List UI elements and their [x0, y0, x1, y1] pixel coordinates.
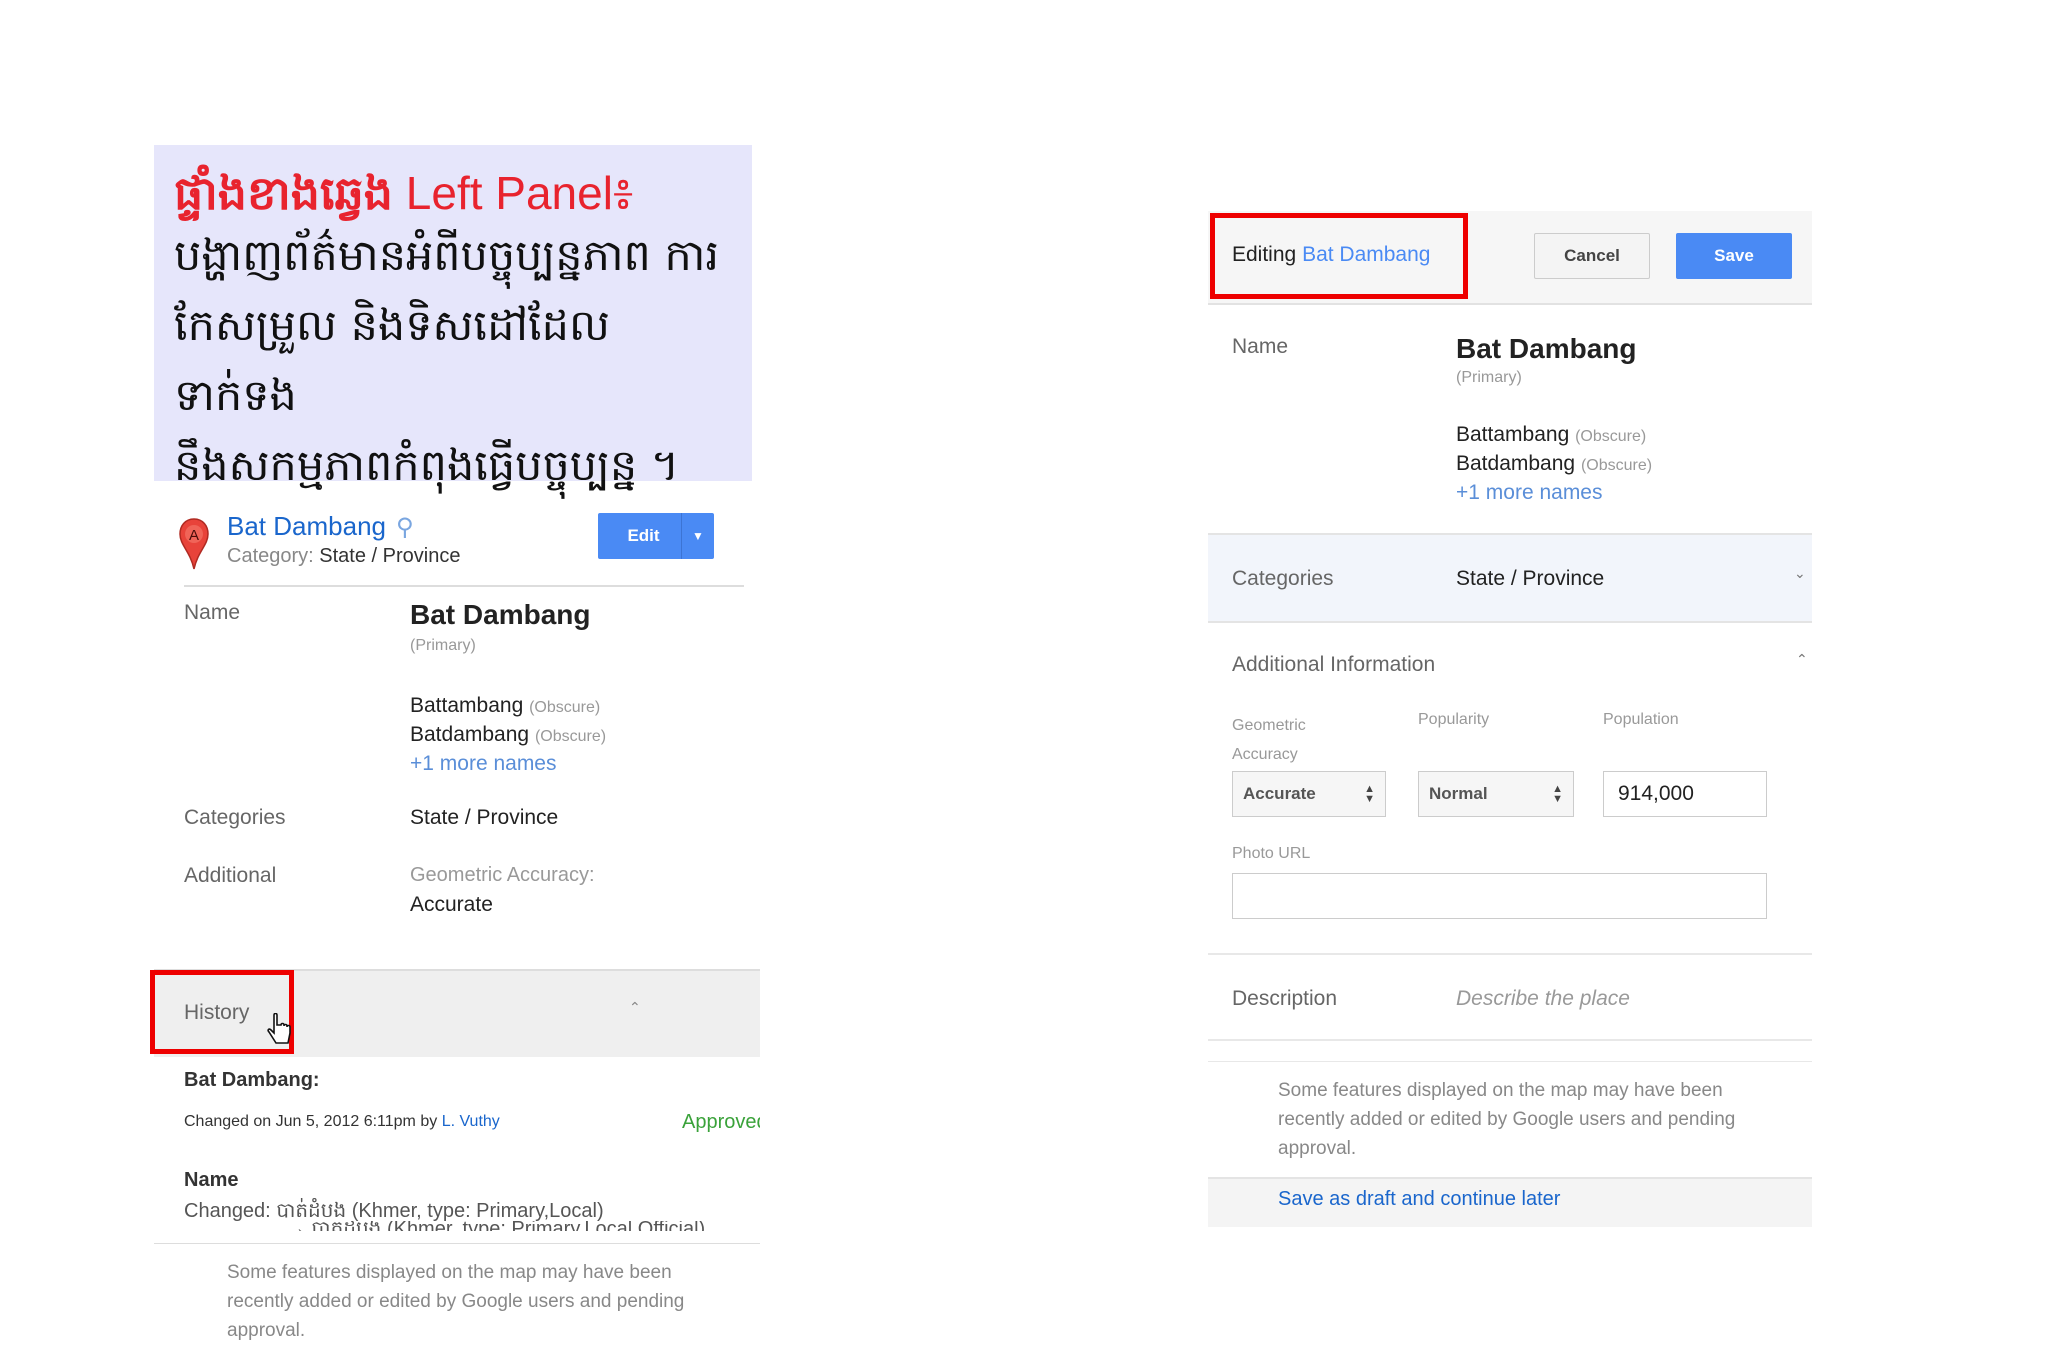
- additional-info-label: Additional Information: [1232, 653, 1436, 676]
- note-body: បង្ហាញព័ត៌មានអំពីបច្ចុប្បន្នភាព ការ កែសម…: [174, 221, 732, 501]
- alt-name[interactable]: Battambang (Obscure): [1456, 423, 1646, 447]
- svg-text:A: A: [189, 527, 199, 544]
- changed-on: Changed on Jun 5, 2012 6:11pm by L. Vuth…: [184, 1113, 500, 1130]
- alt-name: Batdambang (Obscure): [410, 723, 607, 746]
- cancel-button[interactable]: Cancel: [1534, 233, 1650, 279]
- save-draft-link[interactable]: Save as draft and continue later: [1278, 1188, 1560, 1211]
- popularity-label: Popularity: [1418, 711, 1490, 728]
- additional-label: Additional: [184, 864, 277, 887]
- geo-accuracy-value: Accurate: [410, 893, 493, 916]
- annotation-note: ផ្ទាំងខាងឆ្វេង Left Panel៖ បង្ហាញព័ត៌មាន…: [154, 145, 752, 491]
- save-button[interactable]: Save: [1676, 233, 1792, 279]
- note-heading-english: Left Panel៖: [405, 167, 634, 219]
- history-entity: Bat Dambang:: [184, 1069, 320, 1091]
- note-line: កែសម្រួល និងទិសដៅដែលទាក់ទង: [174, 301, 610, 421]
- primary-tag: (Primary): [410, 637, 476, 654]
- geo-accuracy-label: Geometric Accuracy: [1232, 717, 1306, 763]
- population-input[interactable]: 914,000: [1603, 771, 1767, 817]
- place-title[interactable]: Bat Dambang ⚲: [227, 511, 414, 542]
- hand-cursor-icon: [267, 1013, 291, 1044]
- categories-value[interactable]: State / Province: [1456, 567, 1604, 591]
- divider: [1208, 953, 1812, 955]
- categories-label: Categories: [1232, 567, 1334, 590]
- geo-accuracy-select[interactable]: Accurate ▲ ▼: [1232, 771, 1386, 817]
- divider: [154, 1243, 760, 1244]
- divider: [184, 585, 744, 587]
- left-panel: A Bat Dambang ⚲ Category: State / Provinc…: [150, 481, 760, 1365]
- collapse-icon[interactable]: ⌃: [629, 999, 641, 1016]
- chevron-down-icon[interactable]: ▼: [682, 529, 714, 543]
- category-value: State / Province: [319, 545, 461, 567]
- primary-name: Bat Dambang: [410, 599, 591, 630]
- select-arrows-icon: ▲ ▼: [1552, 783, 1563, 805]
- status-badge: Approved: [682, 1111, 760, 1133]
- more-names-link[interactable]: +1 more names: [410, 752, 557, 776]
- place-title-text[interactable]: Bat Dambang: [227, 511, 386, 541]
- note-heading: ផ្ទាំងខាងឆ្វេង Left Panel៖: [174, 165, 732, 221]
- alt-name: Battambang (Obscure): [410, 694, 601, 717]
- right-panel: Editing Bat Dambang Cancel Save Name Bat…: [1208, 211, 1812, 1231]
- divider: [1208, 1039, 1812, 1041]
- photo-url-label: Photo URL: [1232, 845, 1311, 862]
- categories-label: Categories: [184, 806, 286, 829]
- population-label: Population: [1603, 711, 1679, 728]
- description-input[interactable]: Describe the place: [1456, 987, 1630, 1011]
- description-label: Description: [1232, 987, 1338, 1010]
- alt-name[interactable]: Batdambang (Obscure): [1456, 452, 1652, 476]
- footer-note: Some features displayed on the map may h…: [227, 1262, 685, 1341]
- divider: [1208, 303, 1812, 305]
- more-names-link[interactable]: +1 more names: [1456, 481, 1603, 505]
- select-arrows-icon: ▲ ▼: [1364, 783, 1375, 805]
- edit-button[interactable]: Edit ▼: [598, 513, 714, 559]
- note-heading-khmer: ផ្ទាំងខាងឆ្វេង: [174, 167, 393, 219]
- primary-name[interactable]: Bat Dambang: [1456, 333, 1636, 365]
- history-label[interactable]: History: [184, 1001, 249, 1025]
- name-label: Name: [1232, 335, 1289, 358]
- photo-url-input[interactable]: [1232, 873, 1767, 919]
- collapse-icon[interactable]: ⌃: [1796, 651, 1808, 668]
- categories-value: State / Province: [410, 806, 559, 829]
- search-icon[interactable]: ⚲: [396, 514, 414, 541]
- popularity-select[interactable]: Normal ▲ ▼: [1418, 771, 1574, 817]
- name-label: Name: [184, 601, 241, 624]
- expand-icon[interactable]: ⌄: [1794, 565, 1806, 582]
- divider: [1208, 1061, 1812, 1062]
- primary-tag: (Primary): [1456, 369, 1522, 386]
- geo-accuracy-label: Geometric Accuracy:: [410, 864, 595, 886]
- footer-note: Some features displayed on the map may h…: [1278, 1080, 1736, 1159]
- changed-by-link[interactable]: L. Vuthy: [442, 1113, 500, 1130]
- changed-to: → បាត់ដំបង (Khmer, type: Primary,Local,O…: [286, 1221, 760, 1231]
- change-name-label: Name: [184, 1169, 239, 1191]
- edit-button-label[interactable]: Edit: [598, 526, 681, 546]
- place-category: Category: State / Province: [227, 545, 460, 568]
- category-label: Category:: [227, 545, 314, 567]
- map-pin-icon: A: [179, 518, 209, 570]
- editing-title: Editing Bat Dambang: [1232, 243, 1431, 266]
- note-line: បង្ហាញព័ត៌មានអំពីបច្ចុប្បន្នភាព ការ: [174, 231, 720, 281]
